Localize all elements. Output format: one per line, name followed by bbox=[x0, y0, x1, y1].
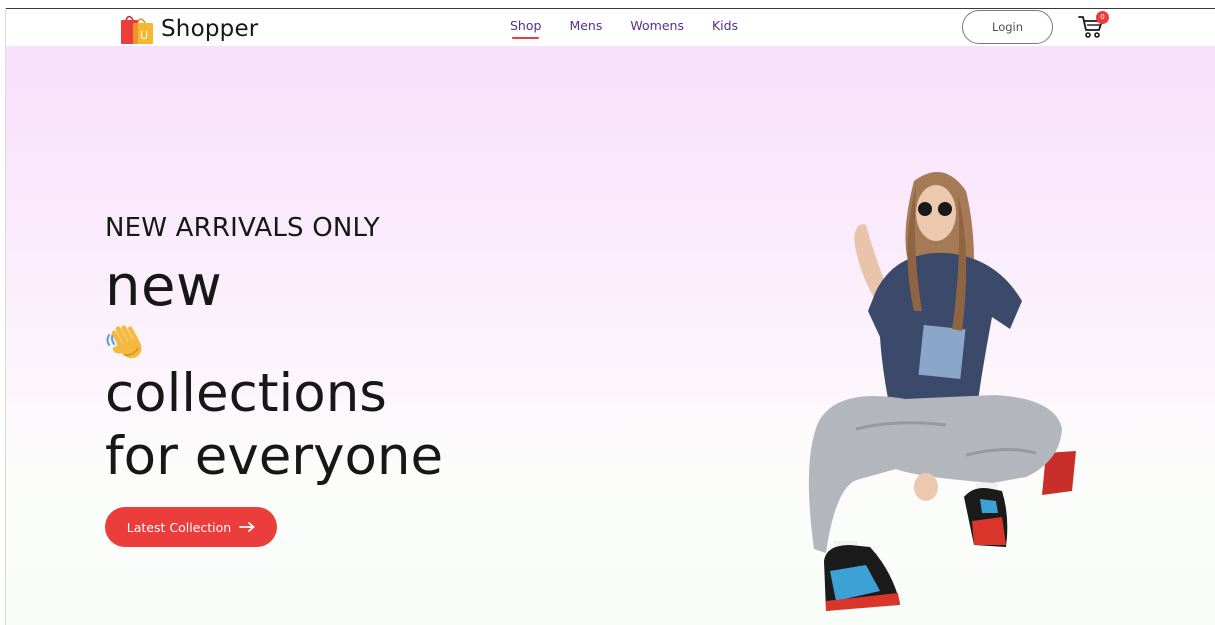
logo-bag-letter: U bbox=[140, 29, 148, 42]
cart-count-badge: 0 bbox=[1096, 11, 1109, 24]
hero-headline-for-everyone: for everyone bbox=[105, 426, 444, 487]
menu-item-kids[interactable]: Kids bbox=[712, 18, 738, 33]
menu-item-mens[interactable]: Mens bbox=[569, 18, 602, 33]
shopping-bags-icon: U bbox=[121, 15, 153, 44]
hero-model-image bbox=[808, 172, 1076, 611]
hero-text-block: NEW ARRIVALS ONLY new collections for ev… bbox=[105, 46, 625, 625]
woman-squatting-icon bbox=[808, 172, 1076, 611]
main-menu: Shop Mens Womens Kids bbox=[510, 18, 738, 39]
latest-collection-label: Latest Collection bbox=[126, 519, 232, 535]
hero-headline-new: new bbox=[105, 254, 223, 319]
brand-logo[interactable]: U Shopper bbox=[120, 12, 258, 45]
brand-name: Shopper bbox=[161, 15, 259, 42]
hero-headline-collections: collections bbox=[105, 363, 387, 424]
login-button[interactable]: Login bbox=[962, 10, 1053, 44]
hero-section: NEW ARRIVALS ONLY new collections for ev… bbox=[6, 46, 1215, 625]
waving-hand-icon bbox=[106, 325, 142, 359]
latest-collection-button[interactable]: Latest Collection bbox=[105, 507, 277, 547]
cart-button[interactable]: 0 bbox=[1078, 11, 1109, 41]
hero-kicker: NEW ARRIVALS ONLY bbox=[105, 213, 380, 243]
arrow-right-icon bbox=[239, 522, 255, 532]
navbar: U Shopper Shop Mens Womens Kids Login 0 bbox=[6, 9, 1215, 46]
menu-item-womens[interactable]: Womens bbox=[630, 18, 684, 33]
menu-item-shop[interactable]: Shop bbox=[510, 18, 541, 39]
